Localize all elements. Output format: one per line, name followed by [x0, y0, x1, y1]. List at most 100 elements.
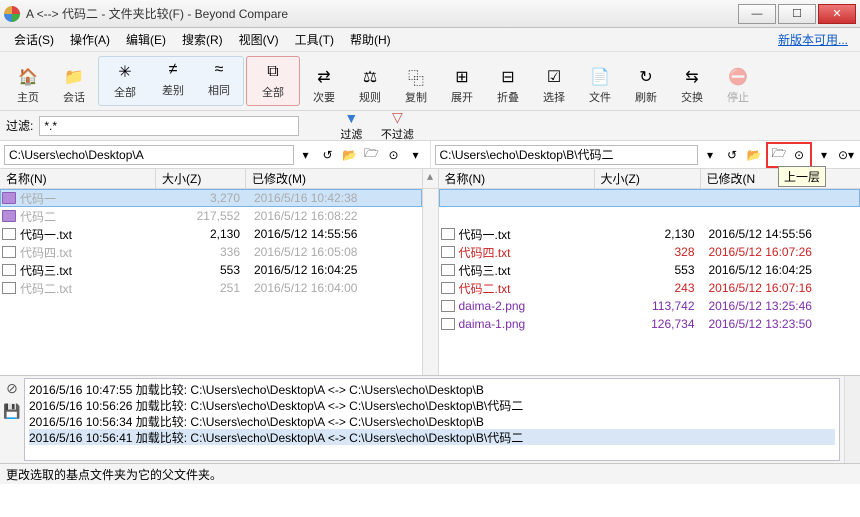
- files-button[interactable]: 📄文件: [578, 66, 622, 106]
- title-bar: A <--> 代码二 - 文件夹比较(F) - Beyond Compare —…: [0, 0, 860, 28]
- right-up-button[interactable]: 🗁: [769, 145, 789, 165]
- log-panel: ⊘ 💾 2016/5/16 10:47:55 加载比较: C:\Users\ec…: [0, 375, 860, 463]
- file-date: 2016/5/12 13:23:50: [703, 317, 859, 331]
- menu-help[interactable]: 帮助(H): [342, 29, 399, 50]
- session-button[interactable]: 📁会话: [52, 66, 96, 106]
- table-row[interactable]: 代码一.txt2,1302016/5/12 14:55:56: [439, 225, 860, 243]
- col-size[interactable]: 大小(Z): [156, 169, 246, 188]
- right-back-dropdown2[interactable]: ⊙▾: [836, 145, 856, 165]
- table-row[interactable]: 代码一3,2702016/5/16 10:42:38: [0, 189, 422, 207]
- file-date: 2016/5/16 10:42:38: [248, 191, 420, 205]
- status-bar: 更改选取的基点文件夹为它的父文件夹。: [0, 463, 860, 484]
- table-row[interactable]: 代码二.txt2432016/5/12 16:07:16: [439, 279, 860, 297]
- table-row[interactable]: daima-2.png113,7422016/5/12 13:25:46: [439, 297, 860, 315]
- collapse-icon: ⊟: [498, 67, 518, 87]
- right-file-list[interactable]: 代码一.txt2,1302016/5/12 14:55:56代码四.txt328…: [439, 189, 860, 375]
- left-open-button[interactable]: 🗁: [362, 145, 382, 165]
- star-icon: ✳: [115, 62, 135, 82]
- log-line[interactable]: 2016/5/16 10:56:41 加载比较: C:\Users\echo\D…: [29, 429, 835, 445]
- file-icon: [441, 264, 455, 276]
- right-back-button[interactable]: ⊙: [789, 145, 809, 165]
- folder-icon: [2, 210, 16, 222]
- home-icon: 🏠: [18, 67, 38, 87]
- all-button[interactable]: ✳全部: [101, 59, 149, 103]
- left-path-dropdown[interactable]: ▾: [296, 145, 316, 165]
- right-browse-button[interactable]: 📂: [744, 145, 764, 165]
- stop-button[interactable]: ⛔停止: [716, 66, 760, 106]
- refresh-button[interactable]: ↻刷新: [624, 66, 668, 106]
- right-back-dropdown[interactable]: ▾: [814, 145, 834, 165]
- table-row[interactable]: 代码一.txt2,1302016/5/12 14:55:56: [0, 225, 422, 243]
- file-size: 217,552: [158, 209, 248, 223]
- col-modified[interactable]: 已修改(M): [246, 169, 422, 188]
- select-button[interactable]: ☑选择: [532, 66, 576, 106]
- filter-clear-button[interactable]: ▽不过滤: [377, 109, 417, 142]
- right-path-input[interactable]: [435, 145, 699, 165]
- filter-input[interactable]: [39, 116, 299, 136]
- col-name[interactable]: 名称(N): [0, 169, 156, 188]
- file-icon: 📄: [590, 67, 610, 87]
- log-line[interactable]: 2016/5/16 10:47:55 加载比较: C:\Users\echo\D…: [29, 381, 835, 397]
- log-line[interactable]: 2016/5/16 10:56:34 加载比较: C:\Users\echo\D…: [29, 413, 835, 429]
- table-row[interactable]: 代码三.txt5532016/5/12 16:04:25: [439, 261, 860, 279]
- left-back-button[interactable]: ⊙: [384, 145, 404, 165]
- left-path-input[interactable]: [4, 145, 294, 165]
- arrows-icon: ⇄: [314, 67, 334, 87]
- update-link[interactable]: 新版本可用...: [778, 31, 854, 48]
- notequal-icon: ≠: [163, 60, 183, 80]
- file-date: 2016/5/12 16:07:16: [703, 281, 859, 295]
- maximize-button[interactable]: ☐: [778, 4, 816, 24]
- minimize-button[interactable]: —: [738, 4, 776, 24]
- col-name[interactable]: 名称(N): [439, 169, 595, 188]
- left-file-list[interactable]: 代码一3,2702016/5/16 10:42:38代码二217,5522016…: [0, 189, 422, 375]
- rules-button[interactable]: ⚖规则: [348, 66, 392, 106]
- home-button[interactable]: 🏠主页: [6, 66, 50, 106]
- log-line[interactable]: 2016/5/16 10:56:26 加载比较: C:\Users\echo\D…: [29, 397, 835, 413]
- filter-label: 过滤:: [6, 117, 33, 134]
- next-button[interactable]: ⇄次要: [302, 66, 346, 106]
- table-row[interactable]: 代码四.txt3282016/5/12 16:07:26: [439, 243, 860, 261]
- menu-tools[interactable]: 工具(T): [287, 29, 342, 50]
- right-path-dropdown[interactable]: ▾: [700, 145, 720, 165]
- copy-button[interactable]: ⿻复制: [394, 66, 438, 106]
- table-row[interactable]: 代码三.txt5532016/5/12 16:04:25: [0, 261, 422, 279]
- sort-indicator-icon[interactable]: ▴: [423, 169, 438, 189]
- table-row[interactable]: 代码二.txt2512016/5/12 16:04:00: [0, 279, 422, 297]
- table-row[interactable]: 代码四.txt3362016/5/12 16:05:08: [0, 243, 422, 261]
- same-button[interactable]: ≈相同: [197, 59, 241, 99]
- file-icon: [441, 318, 455, 330]
- collapse-button[interactable]: ⊟折叠: [486, 66, 530, 106]
- col-size[interactable]: 大小(Z): [595, 169, 701, 188]
- filter-apply-button[interactable]: ▼过滤: [331, 110, 371, 142]
- log-lines[interactable]: 2016/5/16 10:47:55 加载比较: C:\Users\echo\D…: [24, 378, 840, 461]
- close-button[interactable]: ✕: [818, 4, 856, 24]
- file-size: 2,130: [158, 227, 248, 241]
- menu-edit[interactable]: 编辑(E): [118, 29, 174, 50]
- menu-session[interactable]: 会话(S): [6, 29, 62, 50]
- left-back-dropdown[interactable]: ▾: [406, 145, 426, 165]
- file-icon: [2, 282, 16, 294]
- menu-view[interactable]: 视图(V): [231, 29, 287, 50]
- funnel-off-icon: ▽: [392, 109, 403, 126]
- diff-button[interactable]: ≠差别: [151, 59, 195, 99]
- menu-search[interactable]: 搜索(R): [174, 29, 231, 50]
- expand-button[interactable]: ⊞展开: [440, 66, 484, 106]
- save-log-icon[interactable]: 💾: [3, 403, 20, 420]
- file-size: 553: [597, 263, 703, 277]
- struct-all-button[interactable]: ⧉全部: [249, 59, 297, 103]
- table-row: [439, 189, 860, 207]
- file-icon: [2, 246, 16, 258]
- menu-bar: 会话(S) 操作(A) 编辑(E) 搜索(R) 视图(V) 工具(T) 帮助(H…: [0, 28, 860, 52]
- file-size: 243: [597, 281, 703, 295]
- left-history-button[interactable]: ↺: [318, 145, 338, 165]
- log-scrollbar[interactable]: [844, 376, 860, 463]
- table-row[interactable]: 代码二217,5522016/5/12 16:08:22: [0, 207, 422, 225]
- table-row[interactable]: daima-1.png126,7342016/5/12 13:23:50: [439, 315, 860, 333]
- menu-action[interactable]: 操作(A): [62, 29, 118, 50]
- swap-button[interactable]: ⇆交换: [670, 66, 714, 106]
- file-size: 251: [158, 281, 248, 295]
- file-date: 2016/5/12 16:04:00: [248, 281, 420, 295]
- stop-log-icon[interactable]: ⊘: [6, 380, 18, 397]
- right-history-button[interactable]: ↺: [722, 145, 742, 165]
- left-browse-button[interactable]: 📂: [340, 145, 360, 165]
